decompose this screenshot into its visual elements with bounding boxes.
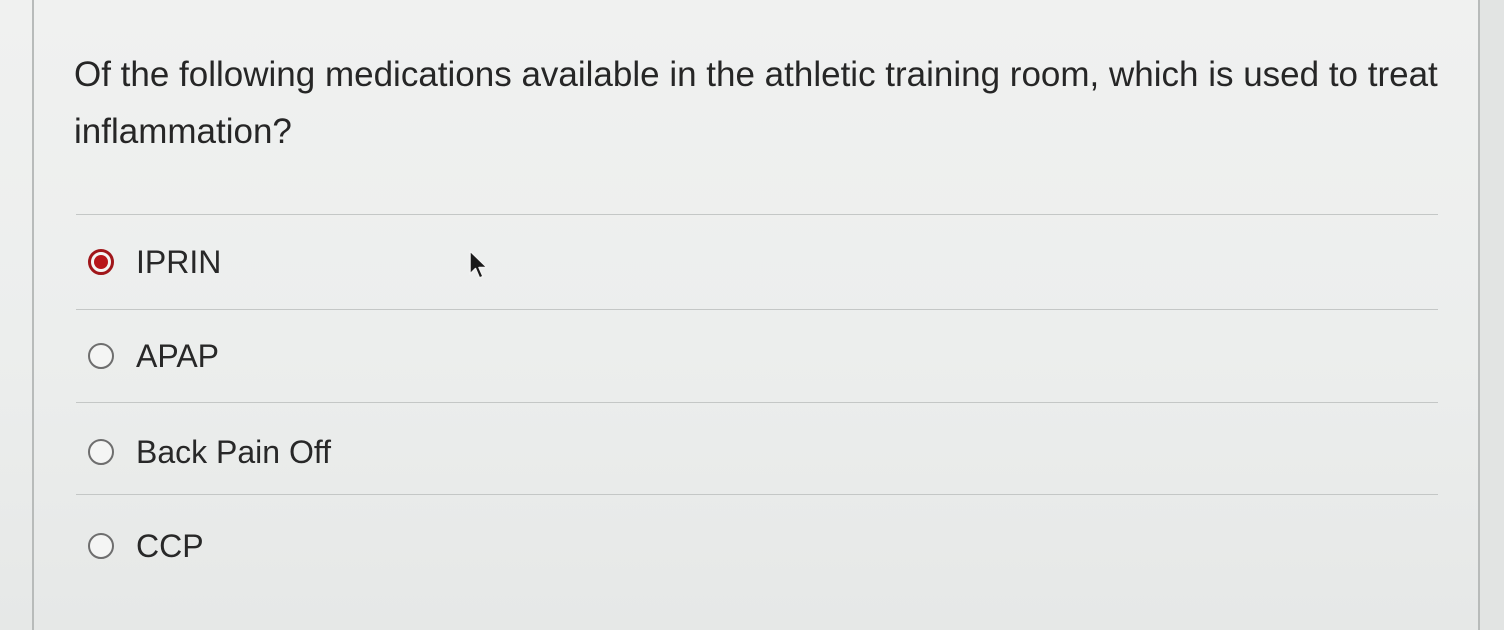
- radio-button-selected[interactable]: [88, 249, 114, 275]
- answer-option-label: IPRIN: [136, 243, 222, 280]
- mouse-pointer-icon: [469, 250, 488, 279]
- quiz-page: Of the following medications available i…: [0, 0, 1504, 630]
- answer-option-apap[interactable]: APAP: [88, 336, 219, 376]
- radio-button[interactable]: [88, 439, 114, 465]
- answer-option-iprin[interactable]: IPRIN: [88, 242, 221, 282]
- divider: [76, 309, 1438, 310]
- divider: [76, 494, 1438, 495]
- right-gutter: [1480, 0, 1504, 630]
- answer-option-back-pain-off[interactable]: Back Pain Off: [88, 432, 331, 472]
- answer-option-label: CCP: [136, 527, 204, 564]
- question-text: Of the following medications available i…: [74, 55, 1438, 151]
- radio-button[interactable]: [88, 533, 114, 559]
- answer-option-label: Back Pain Off: [136, 433, 332, 470]
- answer-option-ccp[interactable]: CCP: [88, 526, 204, 566]
- radio-button[interactable]: [88, 343, 114, 369]
- left-panel-border: [32, 0, 34, 630]
- divider: [76, 402, 1438, 403]
- divider: [76, 214, 1438, 215]
- answer-option-label: APAP: [136, 337, 219, 374]
